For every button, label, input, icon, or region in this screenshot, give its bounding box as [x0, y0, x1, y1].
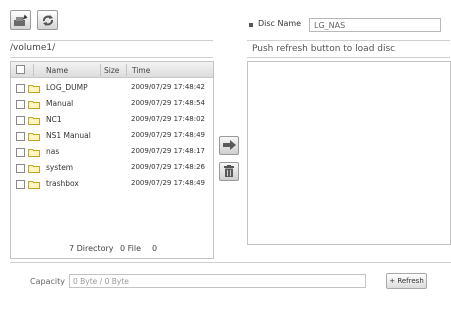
column-separator — [126, 64, 127, 76]
column-separator — [100, 64, 101, 76]
table-row[interactable]: LOG_DUMP 2009/07/29 17:48:42 — [11, 80, 213, 96]
row-time: 2009/07/29 17:48:17 — [131, 147, 206, 155]
row-name: NC1 — [46, 115, 62, 124]
row-name: nas — [46, 147, 60, 156]
row-checkbox[interactable] — [16, 148, 25, 157]
column-header-name[interactable]: Name — [46, 66, 68, 75]
row-checkbox[interactable] — [16, 84, 25, 93]
row-name: system — [46, 163, 74, 172]
file-count: 0 File — [120, 244, 142, 253]
row-time: 2009/07/29 17:48:54 — [131, 99, 206, 107]
divider — [10, 57, 213, 58]
row-checkbox[interactable] — [16, 164, 25, 173]
folder-icon — [28, 85, 40, 93]
trash-icon — [224, 164, 234, 179]
total-size: 0 — [152, 244, 158, 253]
column-header-time[interactable]: Time — [132, 66, 150, 75]
current-path: /volume1/ — [10, 43, 56, 53]
capacity-label: Capacity — [30, 277, 65, 286]
disc-content-panel[interactable] — [247, 61, 451, 245]
table-row[interactable]: trashbox 2009/07/29 17:48:49 — [11, 176, 213, 192]
folder-icon — [28, 149, 40, 157]
table-row[interactable]: NC1 2009/07/29 17:48:02 — [11, 112, 213, 128]
row-checkbox[interactable] — [16, 100, 25, 109]
divider — [10, 40, 213, 41]
row-checkbox[interactable] — [16, 116, 25, 125]
row-name: LOG_DUMP — [46, 83, 88, 92]
file-list-header: Name Size Time — [11, 62, 213, 78]
capacity-field — [69, 274, 366, 288]
folder-icon — [28, 165, 40, 173]
folder-icon — [28, 117, 40, 125]
refresh-button[interactable]: + Refresh — [386, 273, 427, 289]
column-header-size[interactable]: Size — [104, 66, 119, 75]
folder-icon — [28, 101, 40, 109]
row-time: 2009/07/29 17:48:49 — [131, 131, 206, 139]
refresh-cycle-icon — [41, 14, 55, 27]
folder-icon — [28, 133, 40, 141]
row-time: 2009/07/29 17:48:02 — [131, 115, 206, 123]
divider — [247, 57, 450, 58]
row-checkbox[interactable] — [16, 180, 25, 189]
refresh-cycle-button[interactable] — [37, 10, 58, 30]
delete-button[interactable] — [219, 162, 239, 181]
transfer-button[interactable] — [219, 136, 239, 155]
directory-count: 7 Directory — [69, 244, 114, 253]
select-all-checkbox[interactable] — [16, 65, 25, 74]
row-time: 2009/07/29 17:48:49 — [131, 179, 206, 187]
row-time: 2009/07/29 17:48:26 — [131, 163, 206, 171]
upload-button[interactable] — [10, 10, 31, 30]
table-row[interactable]: NS1 Manual 2009/07/29 17:48:49 — [11, 128, 213, 144]
disc-name-label: Disc Name — [258, 19, 302, 28]
folder-icon — [28, 181, 40, 189]
row-name: Manual — [46, 99, 74, 108]
upload-icon — [13, 14, 28, 27]
table-row[interactable]: Manual 2009/07/29 17:48:54 — [11, 96, 213, 112]
row-time: 2009/07/29 17:48:42 — [131, 83, 206, 91]
row-name: trashbox — [46, 179, 79, 188]
divider — [10, 262, 451, 263]
divider — [247, 40, 450, 41]
disc-message: Push refresh button to load disc — [252, 44, 396, 54]
disc-name-field[interactable] — [309, 18, 441, 32]
file-list-panel: Name Size Time LOG_DUMP 2009/07/29 17:48… — [10, 61, 214, 259]
row-name: NS1 Manual — [46, 131, 91, 140]
arrow-right-icon — [222, 139, 236, 152]
column-separator — [33, 64, 34, 76]
bullet-icon — [249, 23, 253, 27]
table-row[interactable]: nas 2009/07/29 17:48:17 — [11, 144, 213, 160]
row-checkbox[interactable] — [16, 132, 25, 141]
table-row[interactable]: system 2009/07/29 17:48:26 — [11, 160, 213, 176]
